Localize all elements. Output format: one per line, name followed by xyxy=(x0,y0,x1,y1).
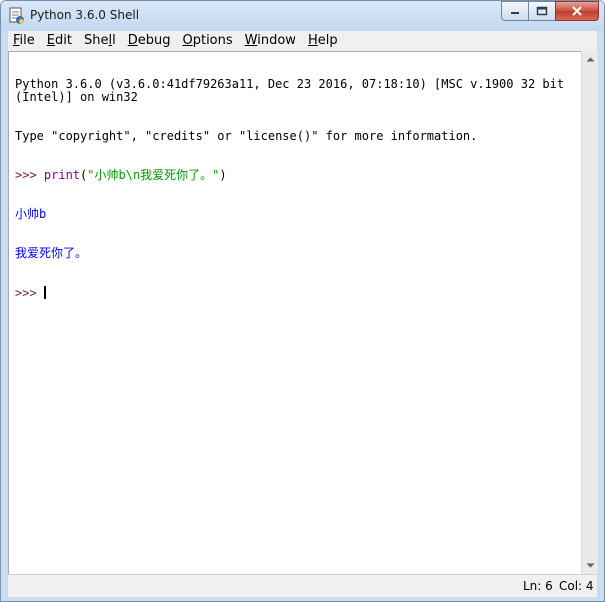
window-title: Python 3.6.0 Shell xyxy=(30,8,140,22)
shell-console: Python 3.6.0 (v3.6.0:41df79263a11, Dec 2… xyxy=(15,52,579,326)
scroll-down-arrow-icon xyxy=(586,563,594,568)
minimize-button[interactable] xyxy=(501,1,529,21)
output-line: 小帅b xyxy=(15,207,47,221)
close-icon xyxy=(572,6,582,16)
command-paren-close: ) xyxy=(219,168,227,182)
output-line: 我爱死你了。 xyxy=(15,246,88,260)
banner-version-line: Python 3.6.0 (v3.6.0:41df79263a11, Dec 2… xyxy=(15,77,572,104)
caption-buttons xyxy=(501,1,599,21)
menu-window-mnemonic: W xyxy=(244,33,258,48)
menu-window-label: indow xyxy=(257,33,296,48)
menu-help-label: elp xyxy=(317,33,338,48)
menu-window[interactable]: Window xyxy=(240,31,301,51)
idle-shell-window: Python 3.6.0 Shell File Edit Shell Debug… xyxy=(0,0,605,602)
menu-shell-label-end: l xyxy=(112,33,116,48)
status-bar: Ln: 6 Col: 4 xyxy=(8,574,597,597)
python-app-icon[interactable] xyxy=(9,7,25,25)
menu-shell[interactable]: Shell xyxy=(79,31,121,51)
maximize-button[interactable] xyxy=(528,1,556,21)
minimize-icon xyxy=(511,12,519,14)
menu-help-mnemonic: H xyxy=(307,33,318,48)
menu-bar: File Edit Shell Debug Options Window Hel… xyxy=(8,31,597,51)
vertical-scrollbar[interactable] xyxy=(581,51,598,574)
command-string: "小帅b\n我爱死你了。" xyxy=(87,168,220,182)
menu-file-label: ile xyxy=(19,33,35,48)
menu-shell-label: She xyxy=(83,33,109,48)
menu-edit[interactable]: Edit xyxy=(42,31,77,51)
menu-options-label: ptions xyxy=(192,33,233,48)
scroll-down-button[interactable] xyxy=(582,558,598,574)
maximize-icon xyxy=(536,6,548,16)
close-button[interactable] xyxy=(555,1,599,21)
menu-debug-label: ebug xyxy=(137,33,171,48)
scroll-up-arrow-icon xyxy=(586,57,594,62)
menu-debug[interactable]: Debug xyxy=(123,31,176,51)
input-line[interactable]: >>> xyxy=(15,286,579,300)
shell-prompt-current: >>> xyxy=(15,286,44,300)
menu-help[interactable]: Help xyxy=(303,31,343,51)
status-column-number: Col: 4 xyxy=(559,579,594,593)
shell-prompt: >>> xyxy=(15,168,44,182)
menu-file[interactable]: File xyxy=(8,31,40,51)
menu-debug-mnemonic: D xyxy=(127,33,138,48)
menu-edit-label: dit xyxy=(55,33,72,48)
status-line-number: Ln: 6 xyxy=(523,579,553,593)
shell-text-area[interactable]: Python 3.6.0 (v3.6.0:41df79263a11, Dec 2… xyxy=(8,51,582,575)
title-bar[interactable]: Python 3.6.0 Shell xyxy=(1,1,604,31)
menu-edit-mnemonic: E xyxy=(46,33,55,48)
command-line: >>> print("小帅b\n我爱死你了。") xyxy=(15,169,579,182)
scroll-up-button[interactable] xyxy=(582,51,598,67)
command-keyword: print xyxy=(43,168,81,182)
menu-options[interactable]: Options xyxy=(177,31,237,51)
menu-options-mnemonic: O xyxy=(182,33,193,48)
banner-info-line: Type "copyright", "credits" or "license(… xyxy=(15,129,478,143)
text-cursor xyxy=(43,286,46,299)
